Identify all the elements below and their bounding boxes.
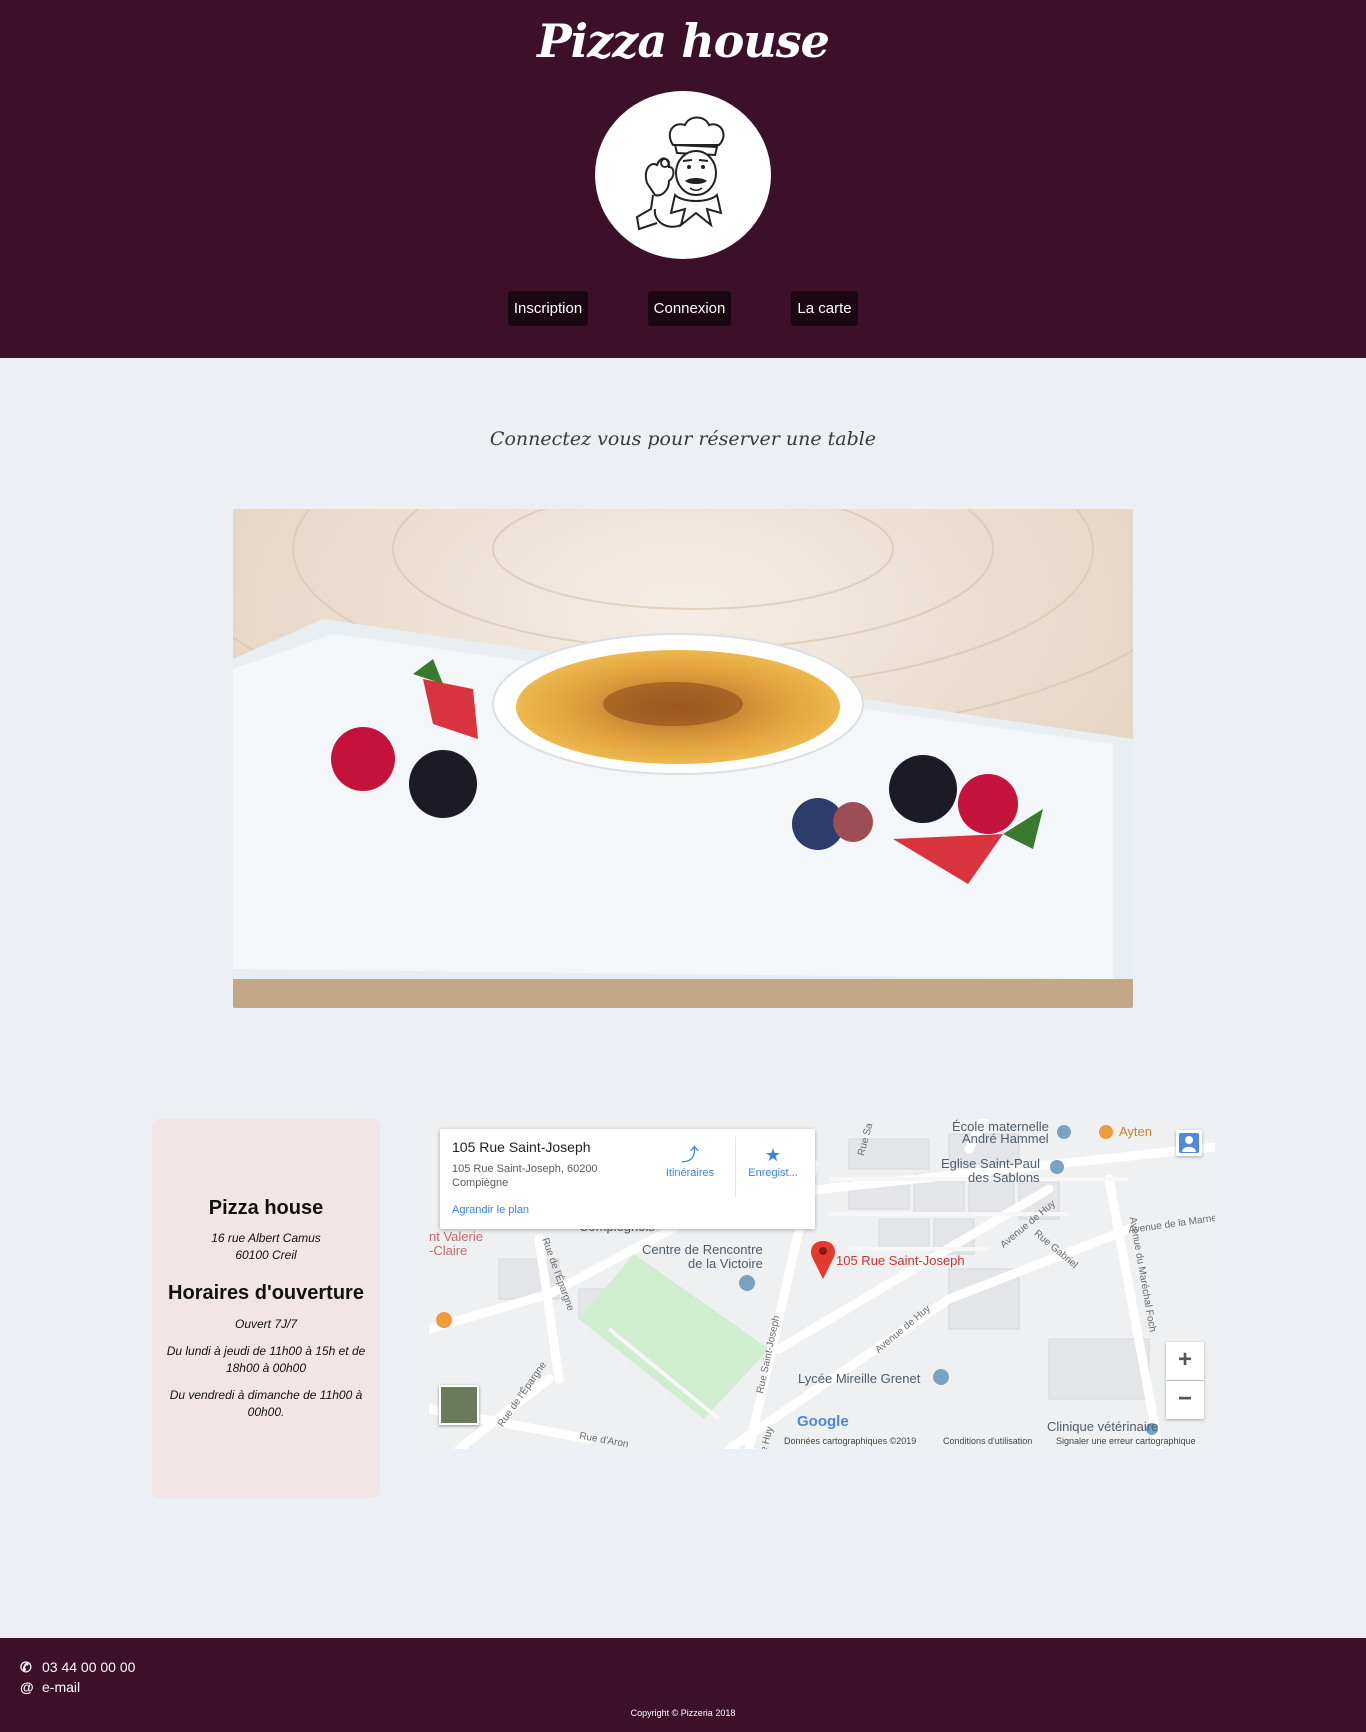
street-view-pegman-icon[interactable] (1176, 1130, 1202, 1156)
zoom-out-button[interactable]: − (1166, 1381, 1204, 1419)
map-label-claire: -Claire (429, 1243, 468, 1258)
map-label-hammel: André Hammel (962, 1131, 1049, 1146)
at-icon: @ (20, 1679, 34, 1695)
site-title: Pizza house (537, 14, 830, 68)
attribution-report[interactable]: Signaler une erreur cartographique (1056, 1436, 1196, 1446)
map-attribution: Données cartographiques ©2019 Conditions… (429, 1433, 1215, 1449)
google-map[interactable]: École maternelle André Hammel Ayten Egli… (429, 1119, 1215, 1449)
map-place-card: 105 Rue Saint-Joseph 105 Rue Saint-Josep… (440, 1129, 815, 1229)
chef-logo (595, 91, 771, 259)
zoom-in-button[interactable]: + (1166, 1342, 1204, 1380)
map-label-sablons: des Sablons (968, 1170, 1040, 1185)
opening-hours-title: Horaires d'ouverture (168, 1282, 364, 1304)
schedule-weekend: Du vendredi à dimanche de 11h00 à 00h00. (169, 1388, 363, 1419)
satellite-view-toggle[interactable] (439, 1385, 479, 1425)
schedule-weekdays: Du lundi à jeudi de 11h00 à 15h et de 18… (166, 1344, 366, 1375)
restaurant-name: Pizza house (208, 1197, 324, 1219)
phone-icon: ✆ (20, 1659, 32, 1675)
map-label-victoire: de la Victoire (688, 1256, 763, 1271)
nav-connexion[interactable]: Connexion (648, 291, 731, 326)
place-address: 105 Rue Saint-Joseph, 60200 Compiègne (452, 1163, 598, 1189)
attribution-data: Données cartographiques ©2019 (784, 1436, 917, 1446)
google-wordmark: Google (797, 1413, 849, 1430)
google-logo: Google (797, 1413, 849, 1430)
map-label-valerie: nt Valerie (429, 1229, 483, 1244)
reservation-tagline: Connectez vous pour réserver une table (489, 428, 877, 450)
map-label-centre: Centre de Rencontre (642, 1242, 763, 1257)
nav-la-carte[interactable]: La carte (791, 291, 858, 326)
nav-inscription[interactable]: Inscription (508, 291, 588, 326)
map-label-eglise: Eglise Saint-Paul (941, 1156, 1040, 1171)
directions-icon: ⤴ (681, 1145, 699, 1165)
save-place-button[interactable]: ★ Enregist... (735, 1137, 810, 1197)
address-street: 16 rue Albert Camus (211, 1231, 321, 1245)
address-city: 60100 Creil (235, 1248, 297, 1262)
email-link[interactable]: e-mail (42, 1679, 80, 1695)
enlarge-map-link[interactable]: Agrandir le plan (452, 1204, 529, 1216)
site-header: Pizza house Inscription Connexion La car… (0, 0, 1366, 358)
directions-label: Itinéraires (665, 1167, 715, 1179)
save-label: Enregist... (748, 1167, 798, 1179)
open-days: Ouvert 7J/7 (234, 1317, 298, 1331)
footer-email[interactable]: @ e-mail (20, 1679, 80, 1695)
restaurant-address: 16 rue Albert Camus 60100 Creil (152, 1230, 380, 1264)
hero-dessert-image (233, 509, 1133, 1008)
star-icon: ★ (764, 1145, 782, 1165)
map-pin-label: 105 Rue Saint-Joseph (836, 1253, 965, 1268)
directions-button[interactable]: ⤴ Itinéraires (655, 1137, 725, 1197)
restaurant-info-card: Pizza house 16 rue Albert Camus 60100 Cr… (152, 1119, 380, 1498)
footer-phone: ✆ 03 44 00 00 00 (20, 1659, 135, 1676)
map-label-ayten: Ayten (1119, 1124, 1153, 1139)
copyright: Copyright © Pizzeria 2018 (630, 1708, 736, 1718)
map-label-lycee: Lycée Mireille Grenet (798, 1371, 921, 1386)
site-footer: ✆ 03 44 00 00 00 @ e-mail Copyright © Pizz… (0, 1638, 1366, 1732)
attribution-terms[interactable]: Conditions d'utilisation (943, 1436, 1032, 1446)
place-title: 105 Rue Saint-Joseph (452, 1139, 591, 1155)
map-label-clinique: Clinique vétérinaire (1047, 1419, 1159, 1434)
phone-number: 03 44 00 00 00 (42, 1659, 136, 1675)
